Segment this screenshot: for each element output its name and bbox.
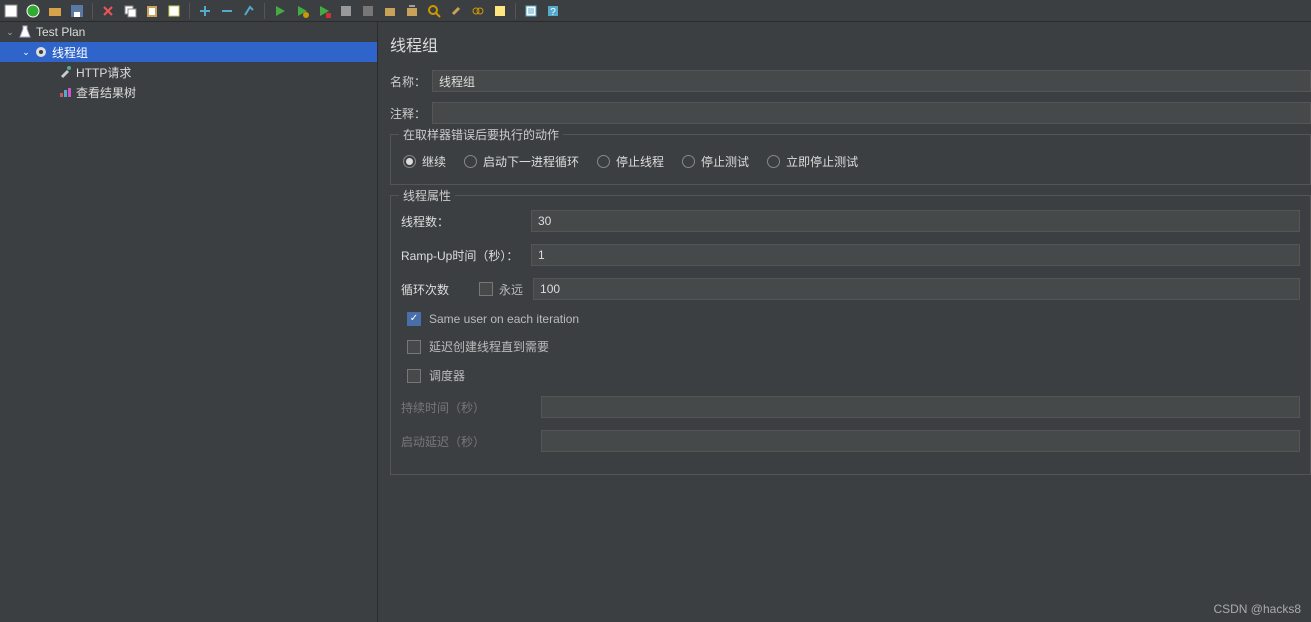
loop-input[interactable]: [533, 278, 1300, 300]
radio-stop-test[interactable]: 停止测试: [682, 153, 749, 170]
stop-all-icon[interactable]: [359, 2, 377, 20]
ramp-input[interactable]: [531, 244, 1300, 266]
ramp-row: Ramp-Up时间（秒）：: [401, 244, 1300, 266]
radio-start-next[interactable]: 启动下一进程循环: [464, 153, 579, 170]
toolbar: ?: [0, 0, 1311, 22]
save-icon[interactable]: [68, 2, 86, 20]
chevron-down-icon: ⌄: [20, 47, 32, 58]
gear-icon: [32, 44, 50, 60]
copy-icon[interactable]: [121, 2, 139, 20]
radio-label: 立即停止测试: [786, 153, 858, 170]
separator: [515, 3, 516, 19]
shutdown-icon[interactable]: [337, 2, 355, 20]
tree-label: 线程组: [50, 44, 88, 61]
same-user-row: Same user on each iteration: [401, 312, 1300, 326]
thread-props-fieldset: 线程属性 线程数： Ramp-Up时间（秒）： 循环次数 永远 Same use…: [390, 195, 1311, 475]
stop-icon[interactable]: [315, 2, 333, 20]
radio-stop-test-now[interactable]: 立即停止测试: [767, 153, 858, 170]
delay-label: 启动延迟（秒）: [401, 433, 541, 450]
paste-icon[interactable]: [143, 2, 161, 20]
splitter-handle[interactable]: [378, 312, 380, 332]
file-new-icon[interactable]: [2, 2, 20, 20]
tree-item-thread-group[interactable]: ⌄ 线程组: [0, 42, 377, 62]
duration-row: 持续时间（秒）: [401, 396, 1300, 418]
duration-label: 持续时间（秒）: [401, 399, 541, 416]
thread-props-legend: 线程属性: [399, 187, 455, 204]
radio-continue[interactable]: 继续: [403, 153, 446, 170]
open-icon[interactable]: [46, 2, 64, 20]
loop-row: 循环次数 永远: [401, 278, 1300, 300]
threads-row: 线程数：: [401, 210, 1300, 232]
template-icon[interactable]: [24, 2, 42, 20]
content-panel: 线程组 名称： 注释： 在取样器错误后要执行的动作 继续 启动下一进程循环 停止…: [378, 22, 1311, 622]
tree-label: HTTP请求: [74, 64, 131, 81]
note-icon[interactable]: [165, 2, 183, 20]
question-icon[interactable]: ?: [544, 2, 562, 20]
cut-icon[interactable]: [99, 2, 117, 20]
duration-input[interactable]: [541, 396, 1300, 418]
delay-create-checkbox[interactable]: [407, 340, 421, 354]
expand-icon[interactable]: [196, 2, 214, 20]
collapse-icon[interactable]: [218, 2, 236, 20]
dropper-icon: [56, 64, 74, 80]
threads-input[interactable]: [531, 210, 1300, 232]
tree-item-result-tree[interactable]: 查看结果树: [0, 82, 377, 102]
comment-input[interactable]: [432, 102, 1311, 124]
radio-stop-thread[interactable]: 停止线程: [597, 153, 664, 170]
delay-create-row: 延迟创建线程直到需要: [401, 338, 1300, 355]
radio-label: 继续: [422, 153, 446, 170]
name-row: 名称：: [390, 70, 1311, 92]
clear-all-icon[interactable]: [403, 2, 421, 20]
comment-label: 注释：: [390, 105, 432, 122]
clear-icon[interactable]: [381, 2, 399, 20]
forever-checkbox[interactable]: [479, 282, 493, 296]
same-user-checkbox[interactable]: [407, 312, 421, 326]
error-action-radios: 继续 启动下一进程循环 停止线程 停止测试 立即停止测试: [401, 149, 1300, 174]
help-icon[interactable]: [491, 2, 509, 20]
separator: [264, 3, 265, 19]
watermark: CSDN @hacks8: [1213, 602, 1301, 616]
error-action-fieldset: 在取样器错误后要执行的动作 继续 启动下一进程循环 停止线程 停止测试 立即停止…: [390, 134, 1311, 185]
beaker-icon: [16, 24, 34, 40]
search-icon[interactable]: [425, 2, 443, 20]
name-input[interactable]: [432, 70, 1311, 92]
scheduler-label: 调度器: [429, 367, 465, 384]
start-icon[interactable]: [271, 2, 289, 20]
tree-label: Test Plan: [34, 25, 85, 39]
ramp-label: Ramp-Up时间（秒）：: [401, 247, 531, 264]
chevron-down-icon: ⌄: [4, 27, 16, 38]
loop-label: 循环次数: [401, 281, 479, 298]
reset-search-icon[interactable]: [447, 2, 465, 20]
delay-row: 启动延迟（秒）: [401, 430, 1300, 452]
comment-row: 注释：: [390, 102, 1311, 124]
options-icon[interactable]: [522, 2, 540, 20]
delay-input[interactable]: [541, 430, 1300, 452]
threads-label: 线程数：: [401, 213, 531, 230]
tree-item-http-request[interactable]: HTTP请求: [0, 62, 377, 82]
tree-root-test-plan[interactable]: ⌄ Test Plan: [0, 22, 377, 42]
radio-label: 启动下一进程循环: [483, 153, 579, 170]
svg-text:?: ?: [550, 7, 556, 18]
main-area: ⌄ Test Plan ⌄ 线程组 HTTP请求 查看结果树 线程组 名称： 注…: [0, 22, 1311, 622]
toggle-icon[interactable]: [240, 2, 258, 20]
forever-label: 永远: [499, 281, 523, 298]
separator: [189, 3, 190, 19]
tree-label: 查看结果树: [74, 84, 136, 101]
same-user-label: Same user on each iteration: [429, 312, 579, 326]
delay-create-label: 延迟创建线程直到需要: [429, 338, 549, 355]
panel-title: 线程组: [390, 32, 1311, 56]
function-icon[interactable]: [469, 2, 487, 20]
separator: [92, 3, 93, 19]
tree-panel: ⌄ Test Plan ⌄ 线程组 HTTP请求 查看结果树: [0, 22, 378, 622]
start-no-pause-icon[interactable]: [293, 2, 311, 20]
name-label: 名称：: [390, 73, 432, 90]
scheduler-checkbox[interactable]: [407, 369, 421, 383]
radio-label: 停止线程: [616, 153, 664, 170]
error-action-legend: 在取样器错误后要执行的动作: [399, 126, 563, 143]
chart-icon: [56, 84, 74, 100]
radio-label: 停止测试: [701, 153, 749, 170]
scheduler-row: 调度器: [401, 367, 1300, 384]
